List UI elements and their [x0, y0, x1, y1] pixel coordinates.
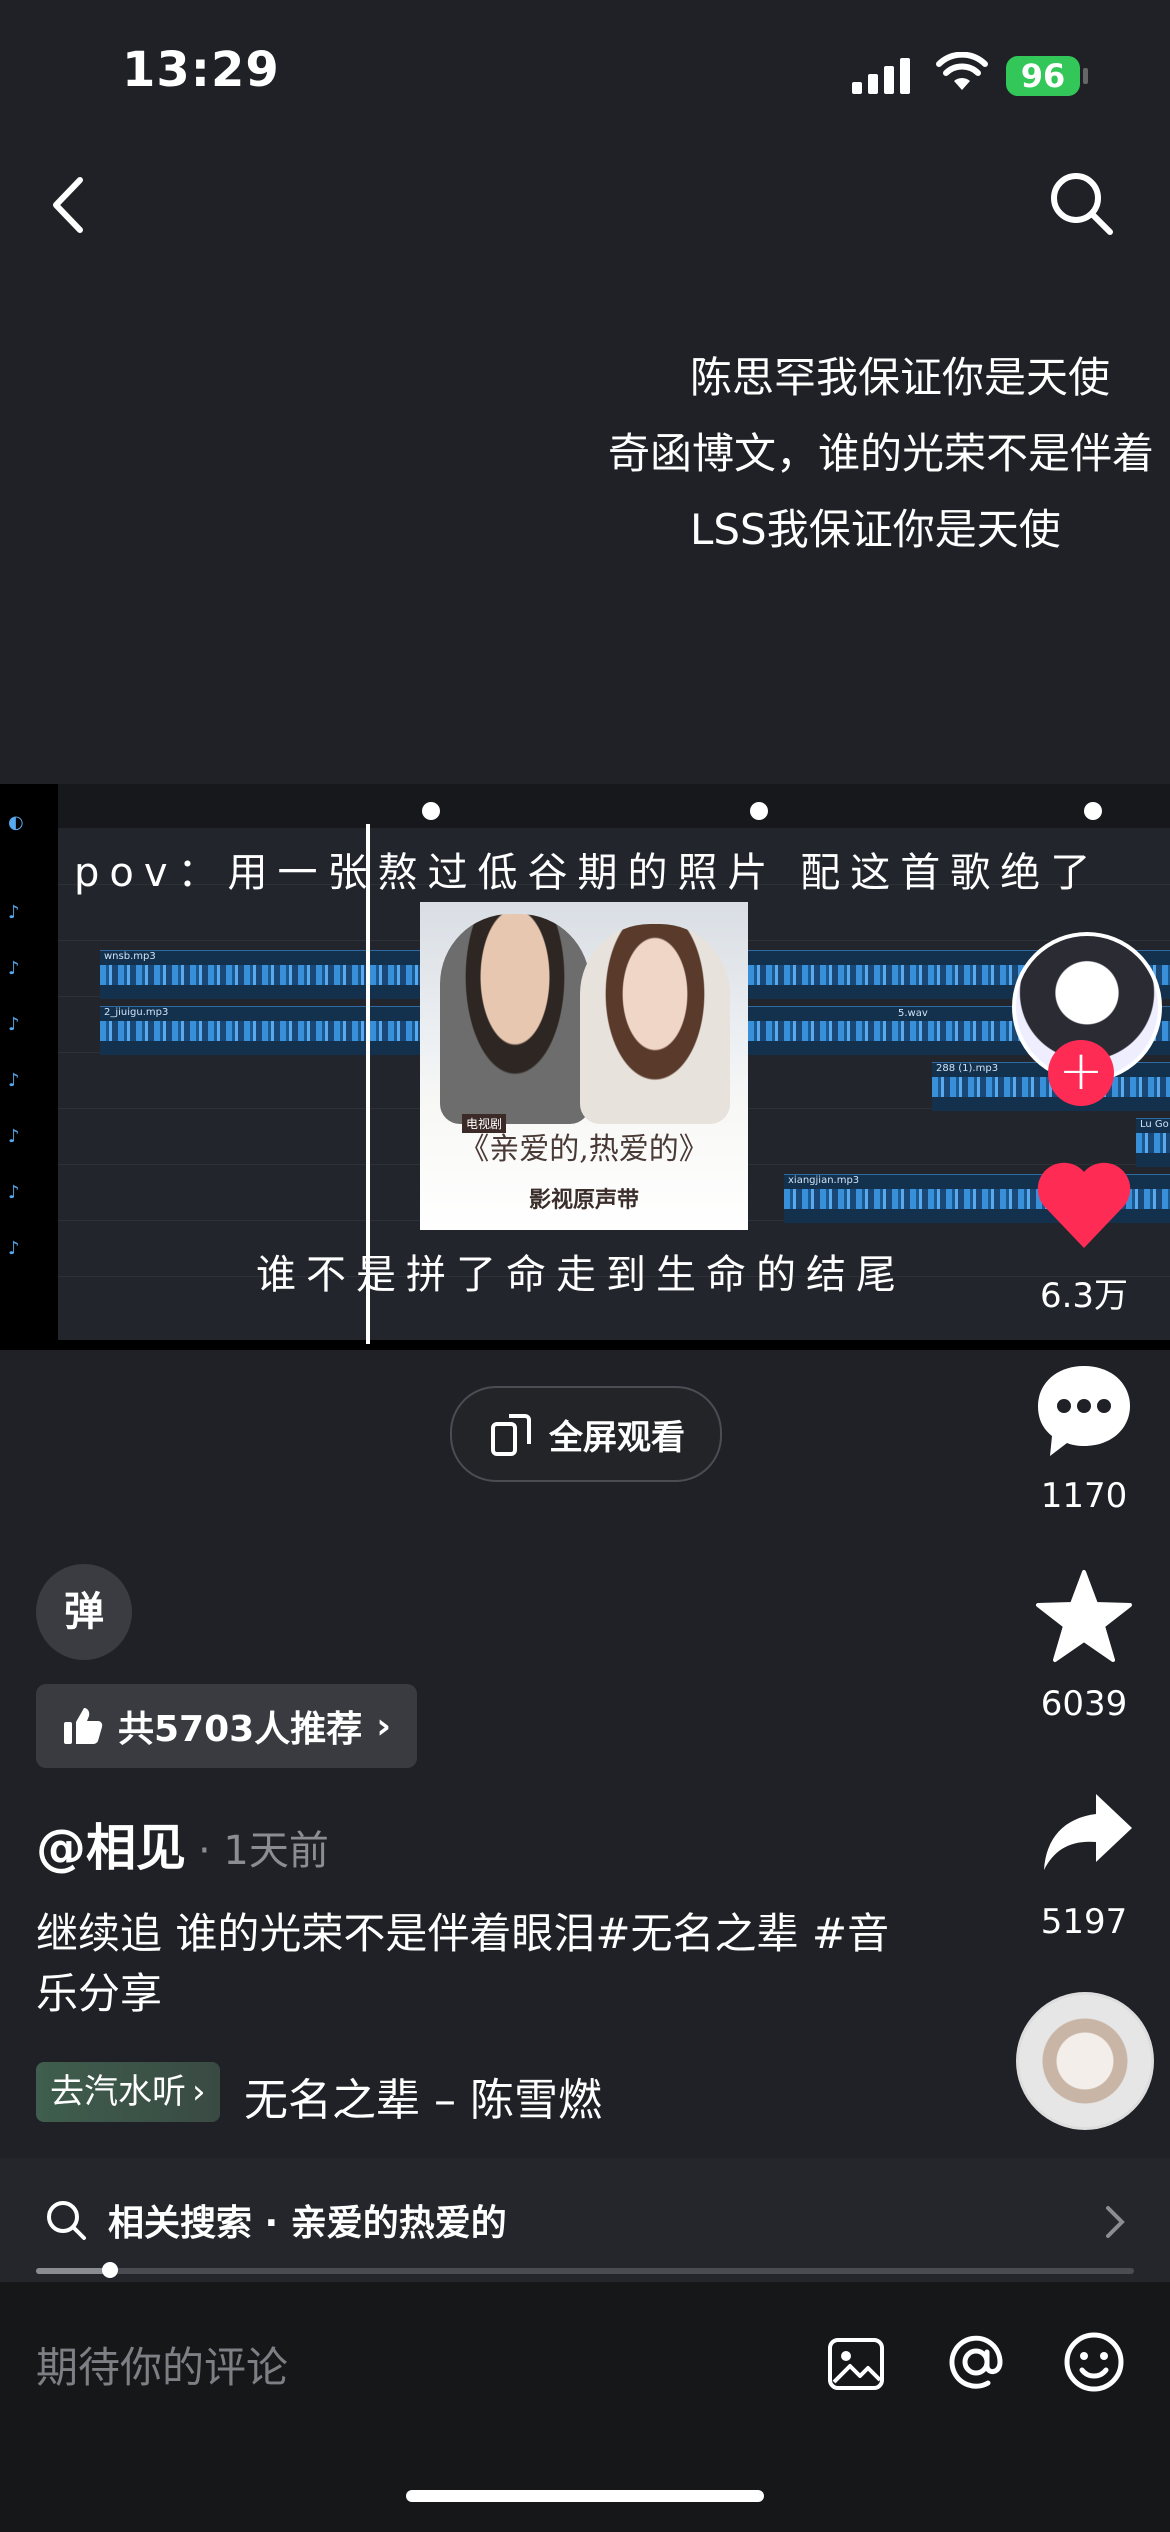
track-name: 2_jiuigu.mp3 — [104, 1007, 169, 1018]
home-indicator — [406, 2490, 764, 2502]
related-search[interactable]: 相关搜索 · 亲爱的热爱的 — [44, 2194, 507, 2246]
waveform-lane-icon: ♪ — [8, 902, 20, 923]
track-name: 5.wav — [898, 1008, 928, 1019]
timeline-marker — [750, 802, 768, 820]
track-name: 288 (1).mp3 — [936, 1063, 999, 1074]
follow-button[interactable]: + — [1048, 1040, 1114, 1106]
waveform-lane-icon: ♪ — [8, 958, 20, 979]
fullscreen-label: 全屏观看 — [549, 1417, 685, 1458]
track-name: wnsb.mp3 — [104, 951, 156, 962]
timeline-marker — [422, 802, 440, 820]
timeline-marker — [1084, 802, 1102, 820]
favorite-count: 6039 — [1040, 1684, 1128, 1724]
thumbs-up-icon — [64, 1708, 103, 1744]
post-time: · 1天前 — [198, 1828, 329, 1874]
like-count: 6.3万 — [1039, 1276, 1129, 1316]
album-subtitle: 影视原声带 — [528, 1188, 639, 1213]
waveform-lane-icon: ♪ — [8, 1070, 20, 1091]
star-icon[interactable] — [1034, 1568, 1134, 1664]
heart-icon[interactable] — [1034, 1158, 1134, 1250]
album-title: 《亲爱的,热爱的》 — [459, 1132, 709, 1167]
rotate-screen-icon — [491, 1414, 531, 1456]
video-caption: pov：用一张熬过低谷期的照片 配这首歌绝了 — [74, 850, 1101, 896]
recommend-button[interactable]: 共5703人推荐 › — [36, 1684, 418, 1768]
share-count: 5197 — [1040, 1902, 1128, 1942]
lyric-line: 陈思罕我保证你是天使 — [689, 353, 1110, 402]
track-name: Lu Go — [1140, 1119, 1169, 1130]
search-button[interactable] — [1046, 168, 1116, 238]
timeline-ruler — [58, 784, 1170, 828]
audio-track: Lu Go — [1136, 1118, 1170, 1167]
wifi-icon — [936, 52, 988, 90]
lyric-line: LSS我保证你是天使 — [690, 505, 1061, 554]
status-time: 13:29 — [122, 42, 280, 98]
lyric-line: 奇函博文，谁的光荣不是伴着 — [608, 429, 1155, 478]
emoji-icon[interactable] — [1062, 2330, 1126, 2394]
waveform-lane-icon: ♪ — [8, 1182, 20, 1203]
recommend-label: 共5703人推荐 — [118, 1709, 363, 1750]
related-search-label: 相关搜索 · 亲爱的热爱的 — [108, 2203, 507, 2244]
waveform-lane-icon: ♪ — [8, 1126, 20, 1147]
album-figure — [580, 924, 730, 1124]
chevron-right-icon: › — [376, 1705, 392, 1747]
chevron-right-icon[interactable] — [1100, 2202, 1128, 2242]
music-disc-icon[interactable] — [1016, 1992, 1154, 2130]
comment-input[interactable]: 期待你的评论 — [36, 2334, 288, 2395]
music-name[interactable]: 无名之辈 – 陈雪燃 — [244, 2064, 602, 2128]
mention-icon[interactable] — [944, 2330, 1008, 2394]
waveform-lane-icon: ♪ — [8, 1014, 20, 1035]
video-description: 继续追 谁的光荣不是伴着眼泪#无名之辈 #音乐分享 — [36, 1909, 890, 2018]
signal-icon — [852, 58, 910, 94]
video-progress-fill — [36, 2268, 108, 2274]
search-icon — [47, 2201, 86, 2240]
album-figure — [440, 914, 590, 1124]
image-icon[interactable] — [826, 2334, 886, 2394]
back-button[interactable] — [40, 170, 100, 240]
waveform-lane-icon: ♪ — [8, 1238, 20, 1259]
comment-icon[interactable] — [1032, 1360, 1136, 1464]
music-tag-label: 去汽水听 — [50, 2072, 186, 2112]
play-control-icon: ◐ — [8, 812, 24, 833]
video-player[interactable]: ◐ ♪ ♪ ♪ ♪ ♪ ♪ ♪ wnsb.mp3 2_jiuigu.mp3 5.… — [0, 784, 1170, 1350]
video-progress-track[interactable] — [36, 2268, 1134, 2274]
comment-count: 1170 — [1040, 1476, 1128, 1516]
listen-on-qishui-button[interactable]: 去汽水听 › — [36, 2062, 220, 2122]
battery-tip — [1083, 68, 1088, 84]
chevron-right-icon: › — [192, 2072, 206, 2112]
video-progress-handle[interactable] — [102, 2262, 118, 2278]
video-subtitle: 谁不是拼了命走到生命的结尾 — [256, 1252, 906, 1298]
danmaku-toggle[interactable]: 弹 — [36, 1564, 132, 1660]
album-cover: 电视剧 《亲爱的,热爱的》 影视原声带 — [420, 902, 748, 1230]
fullscreen-button[interactable]: 全屏观看 — [450, 1386, 722, 1482]
author-name[interactable]: @相见 — [36, 1808, 186, 1880]
track-name: xiangjian.mp3 — [788, 1175, 860, 1186]
battery-indicator: 96 — [1006, 56, 1080, 96]
share-icon[interactable] — [1040, 1790, 1134, 1874]
